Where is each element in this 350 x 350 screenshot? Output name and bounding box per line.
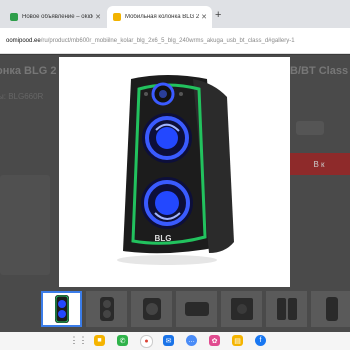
speaker-image: BLG (117, 75, 234, 265)
side-info-block (0, 175, 50, 275)
thumbnail-5[interactable] (221, 291, 262, 327)
page-content: онка BLG 2 B/BT Class ы: BLG660R В к BLG (0, 55, 350, 332)
messages-icon[interactable]: ✉ (163, 335, 174, 346)
product-code: ы: BLG660R (0, 92, 44, 101)
thumbnail-4[interactable] (176, 291, 217, 327)
close-icon[interactable]: ✕ (93, 13, 103, 21)
address-bar[interactable]: oomipood.ee/ru/product/mb600r_mobiilne_k… (0, 28, 350, 54)
new-tab-button[interactable]: + (215, 9, 221, 21)
thumbnail-3[interactable] (131, 291, 172, 327)
close-icon[interactable]: ✕ (199, 13, 209, 21)
notes-icon[interactable]: ▤ (232, 335, 243, 346)
chat-icon[interactable]: … (186, 335, 197, 346)
app-yellow-icon[interactable]: ■ (94, 335, 105, 346)
thumb-speaker-icon (142, 298, 161, 320)
add-to-cart-label: В к (313, 159, 325, 169)
thumb-speaker-icon (276, 298, 297, 320)
chrome-icon[interactable]: ● (140, 335, 153, 348)
product-title-right: B/BT Class (290, 65, 349, 77)
lightbox-image[interactable]: BLG (59, 57, 290, 287)
facebook-icon[interactable]: f (255, 335, 266, 346)
speaker-brand: BLG (155, 234, 172, 243)
okidoki-favicon-icon (10, 13, 18, 21)
phone-icon[interactable]: ✆ (117, 335, 128, 346)
product-title-left: онка BLG 2 (0, 65, 57, 77)
thumbnail-7[interactable] (311, 291, 350, 327)
tab-product[interactable]: Мобильная колонка BLG 2x6.5" Bl... ✕ (107, 6, 212, 28)
thumbnail-2[interactable] (86, 291, 127, 327)
oomipood-favicon-icon (113, 13, 121, 21)
thumb-speaker-icon (325, 297, 338, 321)
tab-strip: Новое объявление – okidoki ✕ Мобильная к… (0, 0, 350, 28)
grid-icon[interactable]: ⋮⋮ (70, 335, 88, 346)
thumb-speaker-icon (184, 302, 209, 316)
tab-title: Мобильная колонка BLG 2x6.5" Bl... (125, 14, 199, 20)
tab-title: Новое объявление – okidoki (22, 14, 93, 20)
url-host: oomipood.ee (6, 37, 41, 44)
taskbar: ⋮⋮ ■ ✆ ● ✉ … ✿ ▤ f (0, 332, 350, 350)
thumbnail-1[interactable] (41, 291, 82, 327)
url-path: /ru/product/mb600r_mobiilne_kolar_blg_2x… (40, 37, 295, 44)
thumb-speaker-icon (99, 297, 114, 321)
gallery-icon[interactable]: ✿ (209, 335, 220, 346)
tab-okidoki[interactable]: Новое объявление – okidoki ✕ (4, 6, 106, 28)
price-box (296, 121, 324, 135)
thumbnail-strip (0, 291, 350, 329)
thumbnail-6[interactable] (266, 291, 307, 327)
thumb-speaker-icon (54, 295, 69, 323)
add-to-cart-button[interactable]: В к (288, 153, 350, 175)
thumb-speaker-icon (230, 298, 253, 320)
